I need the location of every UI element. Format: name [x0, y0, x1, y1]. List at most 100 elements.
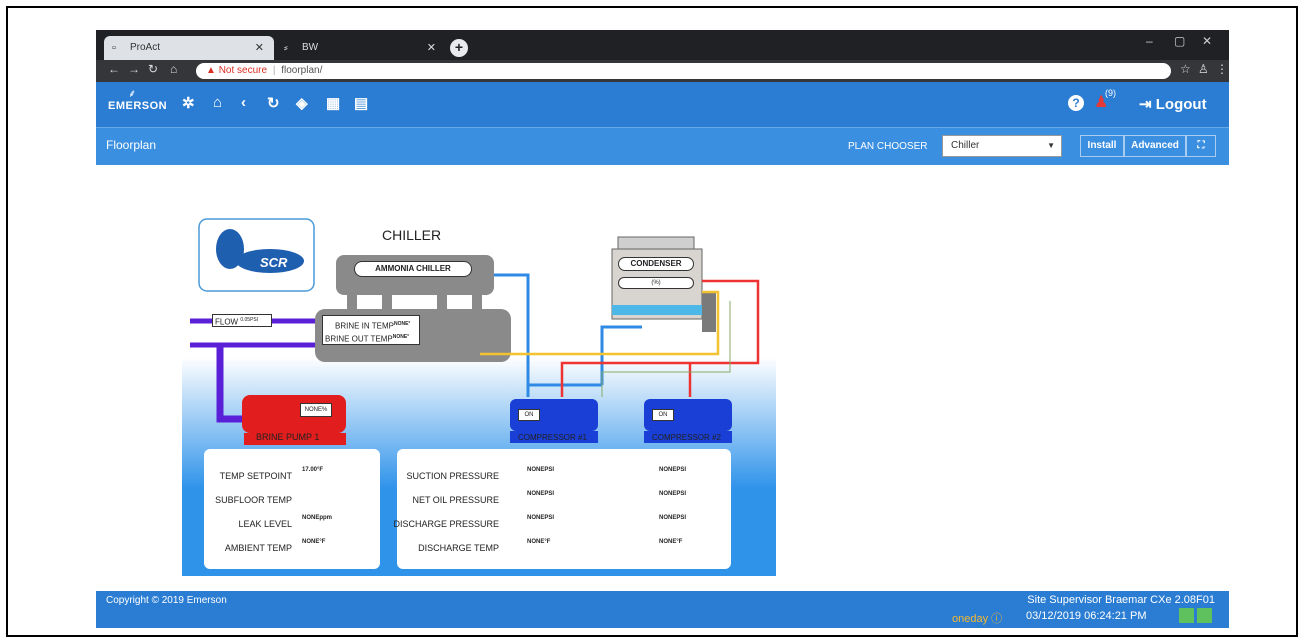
- copyright-text: Copyright © 2019 Emerson: [106, 595, 227, 606]
- close-icon[interactable]: ✕: [427, 36, 436, 60]
- flow-value: 0.05PSI: [240, 317, 259, 323]
- flow-label-text: FLOW: [215, 317, 239, 327]
- condenser-top: [617, 236, 695, 250]
- compressor-1-state[interactable]: ON: [518, 409, 540, 421]
- floorplan-canvas: CHILLER SCR AMMONIA CHILLER CONDENSER (%…: [182, 197, 776, 576]
- brine-out-label: BRINE OUT TEMP: [325, 334, 393, 344]
- cube-icon[interactable]: ◈: [296, 94, 308, 112]
- forward-icon[interactable]: →: [128, 62, 140, 76]
- discharge-pressure-value-2[interactable]: NONEPSI: [659, 515, 686, 521]
- condenser-label[interactable]: CONDENSER: [618, 257, 694, 271]
- logout-icon: ⇥: [1139, 96, 1152, 113]
- home-icon[interactable]: ⌂: [170, 62, 177, 76]
- brine-in-value: NONE°: [393, 321, 411, 327]
- warning-icon: ▲: [206, 65, 216, 76]
- compressor-2-label[interactable]: COMPRESSOR #2: [652, 433, 721, 442]
- leak-level-value[interactable]: NONEppm: [302, 515, 332, 521]
- logout-button[interactable]: ⇥ Logout: [1139, 95, 1207, 113]
- logout-label: Logout: [1155, 96, 1207, 113]
- tab-label: BW: [302, 42, 319, 53]
- install-button[interactable]: Install: [1080, 135, 1124, 157]
- datetime: 03/12/2019 06:24:21 PM: [1026, 610, 1147, 622]
- compressor-2-state[interactable]: ON: [652, 409, 674, 421]
- expand-icon: ⛶: [1197, 140, 1205, 151]
- brine-temp-box[interactable]: BRINE IN TEMPNONE° BRINE OUT TEMPNONE°: [322, 315, 420, 345]
- sub-header: Floorplan PLAN CHOOSER Chiller ▼ Install…: [96, 127, 1229, 165]
- close-window-icon[interactable]: ✕: [1202, 34, 1212, 48]
- url-separator: |: [272, 65, 276, 76]
- info-icon: ⓘ: [991, 613, 1003, 625]
- ambient-temp-label: AMBIENT TEMP: [224, 543, 292, 553]
- new-tab-button[interactable]: +: [450, 39, 468, 57]
- plan-chooser-select[interactable]: Chiller ▼: [942, 135, 1062, 157]
- page-title: Floorplan: [106, 138, 157, 152]
- user-name-text: oneday: [952, 613, 989, 625]
- menu-dots-icon[interactable]: ⋮: [1216, 62, 1228, 76]
- help-icon[interactable]: ?: [1068, 95, 1084, 111]
- chiller-title: CHILLER: [382, 227, 442, 243]
- tab-bw[interactable]: ⸗ BW ✕: [276, 36, 446, 60]
- bookmark-star-icon[interactable]: ☆: [1180, 62, 1191, 76]
- url-field[interactable]: ▲ Not secure | floorplan/: [196, 63, 1171, 79]
- window-frame: ▫ ProAct ✕ ⸗ BW ✕ + – ▢ ✕ ← → ↻ ⌂ ▲ Not …: [6, 6, 1298, 637]
- discharge-pressure-label: DISCHARGE PRESSURE: [393, 519, 499, 529]
- close-icon[interactable]: ✕: [255, 36, 264, 60]
- right-data-panel: SUCTION PRESSURE NONEPSI NONEPSI NET OIL…: [393, 449, 731, 569]
- notification-count: (9): [1105, 88, 1116, 98]
- ambient-temp-value[interactable]: NONE°F: [302, 539, 325, 545]
- pump-label[interactable]: BRINE PUMP 1: [256, 432, 319, 442]
- compressor-1-label[interactable]: COMPRESSOR #1: [518, 433, 587, 442]
- net-oil-pressure-label: NET OIL PRESSURE: [412, 495, 499, 505]
- home-icon[interactable]: ⌂: [213, 94, 222, 111]
- leak-level-label: LEAK LEVEL: [238, 519, 292, 529]
- flow-label[interactable]: FLOW 0.05PSI: [212, 314, 272, 327]
- footer: Copyright © 2019 Emerson Site Supervisor…: [96, 591, 1229, 628]
- maximize-icon[interactable]: ▢: [1174, 34, 1185, 48]
- extension-icon[interactable]: ♙: [1198, 62, 1209, 76]
- dropdown-arrow-icon: ▼: [1047, 141, 1055, 150]
- brine-out-row: BRINE OUT TEMPNONE°: [325, 332, 419, 345]
- discharge-temp-label: DISCHARGE TEMP: [418, 543, 499, 553]
- fullscreen-button[interactable]: ⛶: [1186, 135, 1216, 157]
- gear-icon[interactable]: ✲: [182, 94, 195, 112]
- emerson-logo-icon: ⸙: [128, 88, 137, 100]
- tab-label: ProAct: [130, 42, 161, 53]
- brine-in-row: BRINE IN TEMPNONE°: [325, 319, 419, 332]
- brine-in-label: BRINE IN TEMP: [335, 321, 394, 331]
- temp-setpoint-value[interactable]: 17.00°F: [302, 467, 323, 473]
- url-path: floorplan/: [281, 65, 323, 76]
- status-indicator-2: [1197, 608, 1212, 623]
- calendar-icon[interactable]: ▦: [326, 94, 340, 112]
- suction-pressure-value-1[interactable]: NONEPSI: [527, 467, 554, 473]
- discharge-temp-value-1[interactable]: NONE°F: [527, 539, 550, 545]
- left-data-panel: TEMP SETPOINT 17.00°F SUBFLOOR TEMP LEAK…: [204, 449, 380, 569]
- map-icon[interactable]: ▤: [354, 94, 368, 112]
- status-indicator-1: [1179, 608, 1194, 623]
- pump-value: NONE%: [300, 403, 332, 417]
- temp-setpoint-label: TEMP SETPOINT: [219, 471, 292, 481]
- page-icon: ▫: [112, 42, 116, 54]
- ammonia-chiller-label[interactable]: AMMONIA CHILLER: [354, 261, 472, 277]
- app-header: ⸙ EMERSON ✲ ⌂ ‹ ↻ ◈ ▦ ▤ ? ♟ (9) ⇥ Logout: [96, 82, 1229, 127]
- suction-pressure-value-2[interactable]: NONEPSI: [659, 467, 686, 473]
- plan-selected-value: Chiller: [951, 140, 980, 151]
- refresh-icon[interactable]: ↻: [267, 94, 280, 112]
- net-oil-pressure-value-1[interactable]: NONEPSI: [527, 491, 554, 497]
- subfloor-temp-label: SUBFLOOR TEMP: [215, 495, 292, 505]
- tab-proact[interactable]: ▫ ProAct ✕: [104, 36, 274, 60]
- tab-bar: ▫ ProAct ✕ ⸗ BW ✕ + – ▢ ✕: [96, 30, 1229, 60]
- emerson-logo[interactable]: EMERSON: [108, 100, 167, 112]
- main-content: CHILLER SCR AMMONIA CHILLER CONDENSER (%…: [96, 165, 1229, 591]
- discharge-temp-value-2[interactable]: NONE°F: [659, 539, 682, 545]
- discharge-pressure-value-1[interactable]: NONEPSI: [527, 515, 554, 521]
- reload-icon[interactable]: ↻: [148, 62, 158, 76]
- back-icon[interactable]: ←: [108, 62, 120, 76]
- back-arrow-icon[interactable]: ‹: [241, 94, 246, 111]
- net-oil-pressure-value-2[interactable]: NONEPSI: [659, 491, 686, 497]
- minimize-icon[interactable]: –: [1146, 34, 1153, 48]
- scr-logo-text: SCR: [260, 255, 288, 270]
- browser-window: ▫ ProAct ✕ ⸗ BW ✕ + – ▢ ✕ ← → ↻ ⌂ ▲ Not …: [96, 30, 1229, 628]
- advanced-button[interactable]: Advanced: [1124, 135, 1186, 157]
- not-secure-label: Not secure: [218, 65, 268, 76]
- user-name[interactable]: oneday ⓘ: [952, 610, 1002, 626]
